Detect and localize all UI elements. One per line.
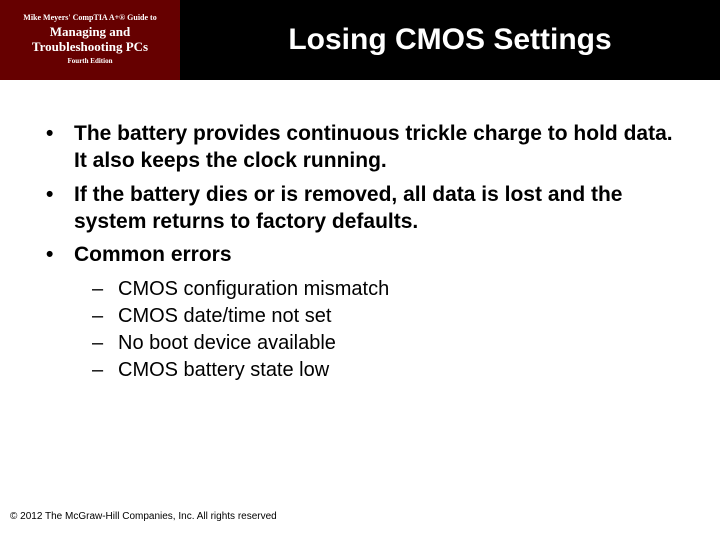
sub-bullet-list: CMOS configuration mismatch CMOS date/ti… [34,276,686,384]
sub-bullet-item: CMOS configuration mismatch [34,276,686,303]
book-series-line: Mike Meyers' CompTIA A+® Guide to [6,14,174,23]
bullet-item: If the battery dies or is removed, all d… [34,181,686,236]
sub-bullet-item: No boot device available [34,330,686,357]
book-title-block: Mike Meyers' CompTIA A+® Guide to Managi… [0,0,180,80]
book-edition-line: Fourth Edition [6,58,174,66]
copyright-footer: © 2012 The McGraw-Hill Companies, Inc. A… [10,511,277,522]
bullet-list: The battery provides continuous trickle … [34,120,686,268]
sub-bullet-item: CMOS date/time not set [34,303,686,330]
slide-header: Mike Meyers' CompTIA A+® Guide to Managi… [0,0,720,80]
slide-content: The battery provides continuous trickle … [0,80,720,384]
sub-bullet-item: CMOS battery state low [34,357,686,384]
bullet-item: The battery provides continuous trickle … [34,120,686,175]
slide-title-area: Losing CMOS Settings [180,0,720,80]
bullet-item: Common errors [34,241,686,268]
slide-title: Losing CMOS Settings [288,23,611,57]
book-title-line: Managing and Troubleshooting PCs [6,25,174,55]
